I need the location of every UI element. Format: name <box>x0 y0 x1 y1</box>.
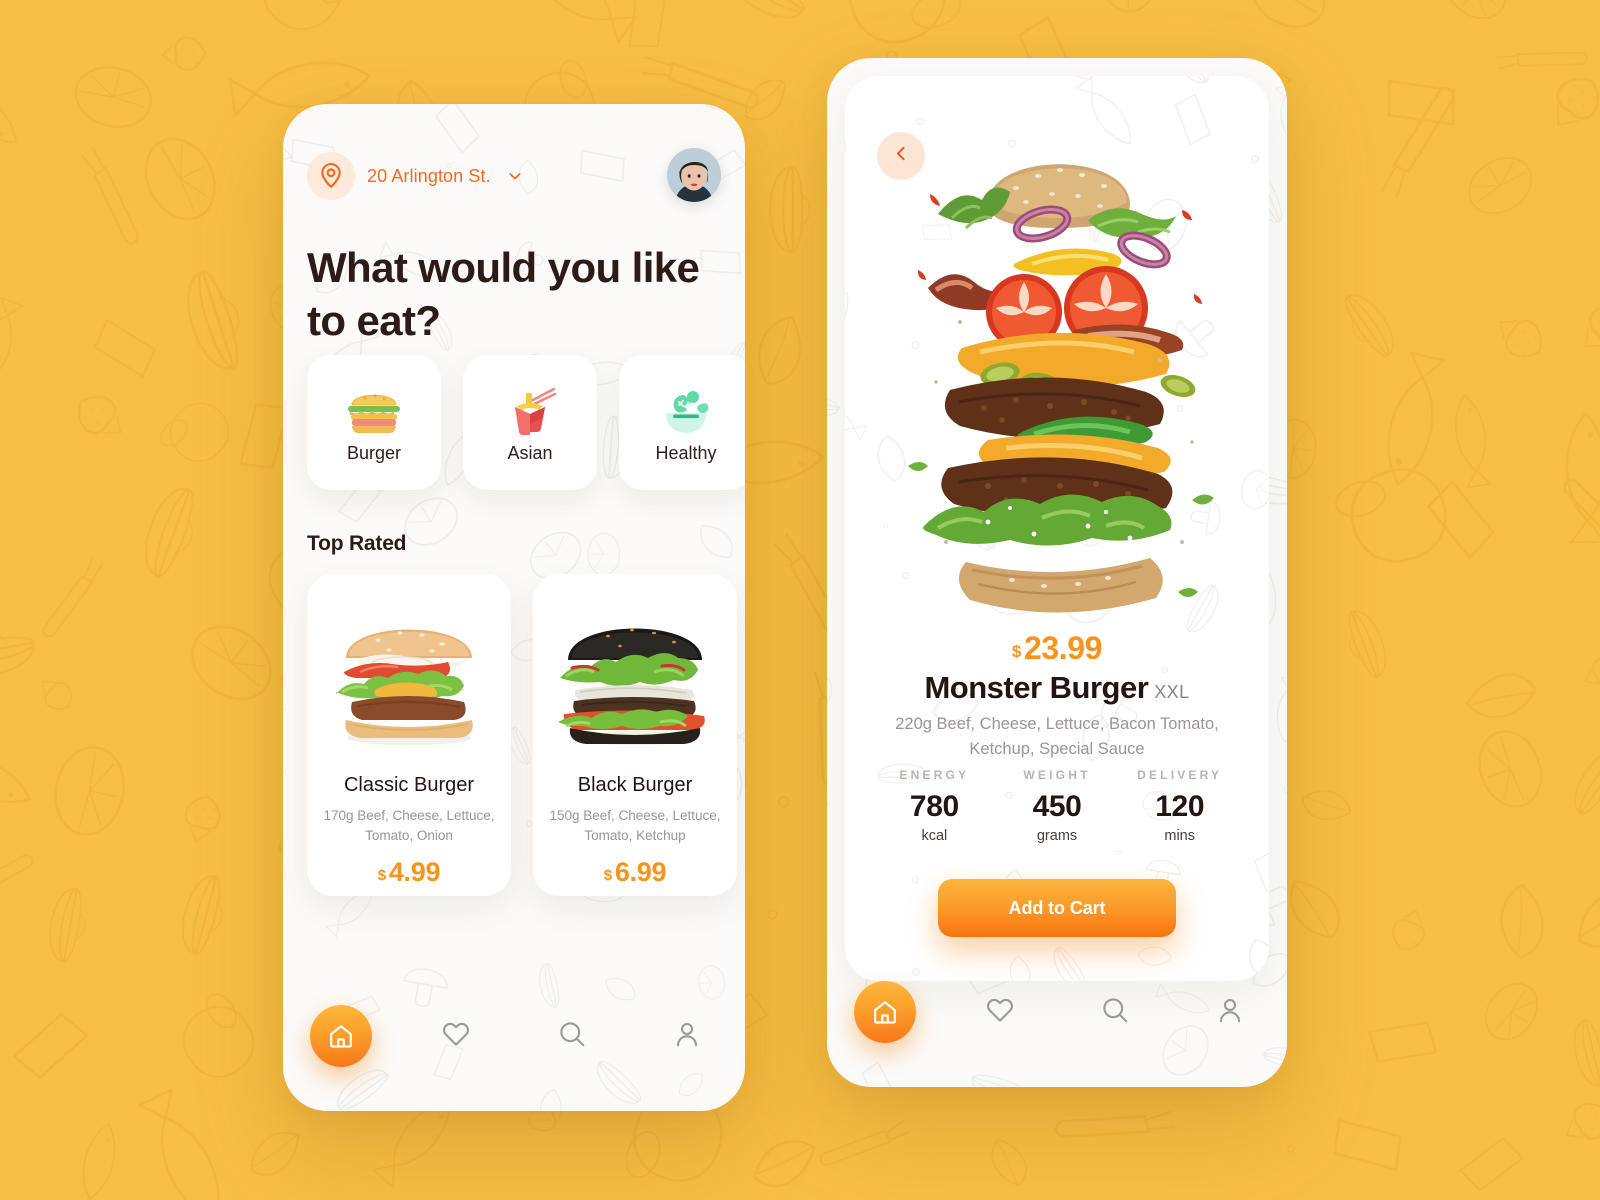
black-burger-photo <box>558 628 705 745</box>
classic-burger-photo <box>336 629 473 745</box>
bottom-navigation <box>827 967 1287 1087</box>
add-to-cart-button[interactable]: Add to Cart <box>938 879 1176 937</box>
salad-bowl-icon <box>655 381 717 439</box>
avatar[interactable] <box>667 148 721 202</box>
stat-value: 780 <box>909 790 959 823</box>
nav-item-favorites[interactable] <box>942 995 1057 1030</box>
nav-item-search[interactable] <box>1057 995 1172 1030</box>
page-title: What would you like to eat? <box>307 244 700 344</box>
stat-unit: mins <box>1164 828 1195 844</box>
stat-delivery: DELIVERY 120 mins <box>1118 768 1241 844</box>
stat-label: WEIGHT <box>1023 768 1091 782</box>
category-card-healthy[interactable]: Healthy <box>619 355 745 490</box>
category-list: Burger Asian Healthy <box>307 355 745 490</box>
stat-energy: ENERGY 780 kcal <box>873 768 996 844</box>
heart-icon <box>441 1019 471 1054</box>
monster-burger-exploded-photo <box>908 164 1214 613</box>
stat-value: 120 <box>1155 790 1205 823</box>
background-food-pattern <box>0 0 1600 1200</box>
takeout-box-icon <box>499 381 561 439</box>
nutrition-stats: ENERGY 780 kcal WEIGHT 450 grams DELIVER… <box>873 768 1241 844</box>
home-screen-phone: 20 Arlington St. What would you like to … <box>283 104 745 1111</box>
bottom-navigation <box>283 991 745 1111</box>
detail-description: 220g Beef, Cheese, Lettuce, Bacon Tomato… <box>895 715 1219 759</box>
currency-symbol: $ <box>377 867 386 884</box>
stat-unit: kcal <box>921 828 948 844</box>
product-description: 170g Beef, Cheese, Lettuce, Tomato, Onio… <box>323 808 495 844</box>
price-value: 4.99 <box>388 857 441 887</box>
search-icon <box>1100 995 1130 1030</box>
nav-item-home[interactable] <box>827 981 942 1043</box>
stat-label: ENERGY <box>899 768 970 782</box>
product-card[interactable]: Classic Burger 170g Beef, Cheese, Lettuc… <box>307 574 511 896</box>
product-size-badge: XXL <box>1154 682 1190 702</box>
detail-screen-phone: $23.99 Monster Burger XXL 220g Beef, Chee… <box>827 58 1287 1087</box>
product-list: Classic Burger 170g Beef, Cheese, Lettuc… <box>307 574 737 896</box>
detail-price: $23.99 <box>845 630 1269 667</box>
location-label: 20 Arlington St. <box>367 165 491 186</box>
category-label: Asian <box>507 443 553 463</box>
category-label: Burger <box>346 443 402 463</box>
category-card-asian[interactable]: Asian <box>463 355 597 490</box>
search-icon <box>557 1019 587 1054</box>
product-title-text: Monster Burger <box>924 670 1149 705</box>
currency-symbol: $ <box>603 867 612 884</box>
product-name: Classic Burger <box>343 774 475 796</box>
stat-value: 450 <box>1032 790 1082 823</box>
nav-item-search[interactable] <box>514 1019 630 1054</box>
product-price: $4.99 <box>307 857 511 888</box>
nav-item-home[interactable] <box>283 1005 399 1067</box>
map-pin-icon <box>307 152 355 200</box>
nav-item-profile[interactable] <box>630 1019 746 1054</box>
person-icon <box>1215 995 1245 1030</box>
location-selector[interactable]: 20 Arlington St. <box>307 152 523 200</box>
nav-item-profile[interactable] <box>1172 995 1287 1030</box>
stat-label: DELIVERY <box>1137 768 1223 782</box>
stat-weight: WEIGHT 450 grams <box>996 768 1119 844</box>
section-title-top-rated: Top Rated <box>307 532 407 555</box>
currency-symbol: $ <box>1011 642 1021 661</box>
heart-icon <box>985 995 1015 1030</box>
home-icon <box>853 981 916 1043</box>
hamburger-icon <box>343 381 405 439</box>
stat-unit: grams <box>1036 828 1078 844</box>
person-icon <box>672 1019 702 1054</box>
home-icon <box>309 1005 372 1067</box>
product-price: $6.99 <box>533 857 737 888</box>
category-label: Healthy <box>655 443 717 463</box>
product-card[interactable]: Black Burger 150g Beef, Cheese, Lettuce,… <box>533 574 737 896</box>
nav-item-favorites[interactable] <box>399 1019 515 1054</box>
product-description: 150g Beef, Cheese, Lettuce, Tomato, Ketc… <box>549 808 721 844</box>
product-detail-card: $23.99 Monster Burger XXL 220g Beef, Chee… <box>845 76 1269 981</box>
product-name: Black Burger <box>577 774 693 796</box>
chevron-down-icon[interactable] <box>507 168 523 184</box>
category-card-burger[interactable]: Burger <box>307 355 441 490</box>
detail-title: Monster Burger XXL <box>845 670 1269 706</box>
price-value: 23.99 <box>1023 630 1103 666</box>
price-value: 6.99 <box>614 857 667 887</box>
